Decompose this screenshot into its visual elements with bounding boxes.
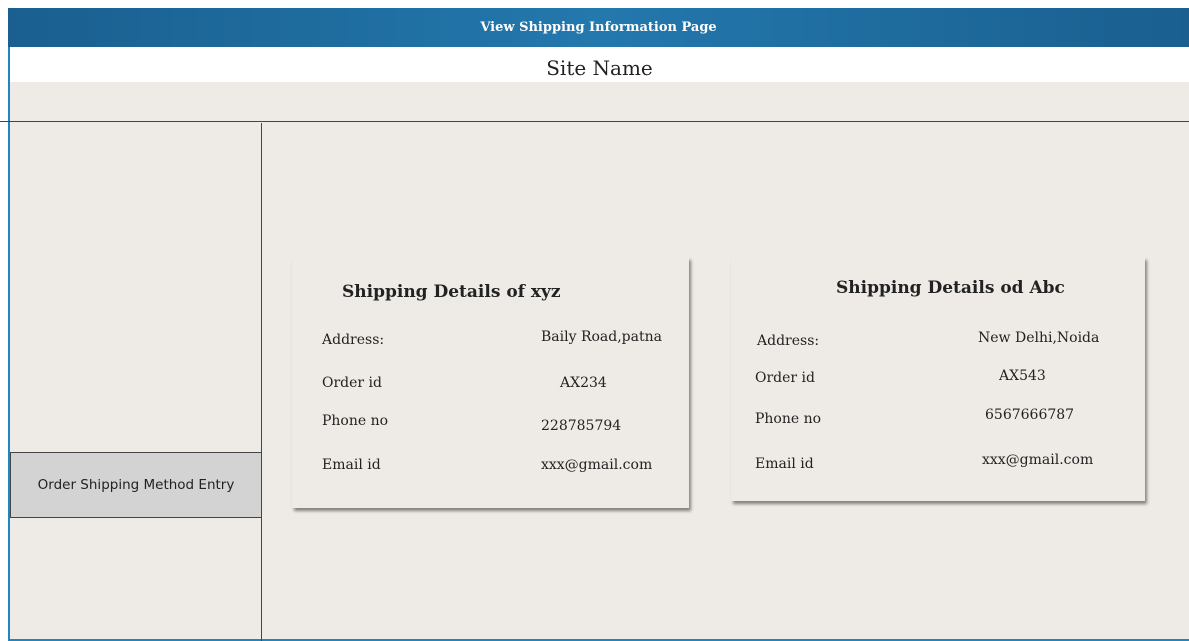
header-divider [0,121,1189,122]
card-title: Shipping Details od Abc [836,278,1065,298]
address-value: New Delhi,Noida [978,330,1100,346]
order-id-value: AX543 [999,368,1046,384]
phone-value: 6567666787 [985,407,1075,423]
page: View Shipping Information Page Site Name… [0,0,1189,641]
window-title-bar: View Shipping Information Page [8,8,1189,47]
email-label: Email id [755,456,814,472]
email-value: xxx@gmail.com [982,452,1094,468]
phone-value: 228785794 [541,418,622,434]
order-shipping-method-entry-label: Order Shipping Method Entry [37,477,235,493]
shipping-card-xyz: Shipping Details of xyz Address: Baily R… [292,257,689,508]
address-label: Address: [757,333,820,349]
order-shipping-method-entry-button[interactable]: Order Shipping Method Entry [10,452,262,518]
sidebar-divider [261,123,262,641]
phone-label: Phone no [755,411,822,427]
phone-label: Phone no [322,413,389,429]
site-name: Site Name [546,56,653,80]
shipping-card-abc: Shipping Details od Abc Address: New Del… [731,257,1145,501]
window-title: View Shipping Information Page [480,20,717,35]
address-value: Baily Road,patna [541,329,662,345]
email-label: Email id [322,457,381,473]
address-label: Address: [322,332,385,348]
card-title: Shipping Details of xyz [342,282,561,302]
order-id-label: Order id [755,370,815,386]
email-value: xxx@gmail.com [541,457,653,473]
site-header: Site Name [10,47,1189,82]
order-id-label: Order id [322,375,382,391]
order-id-value: AX234 [560,375,607,391]
